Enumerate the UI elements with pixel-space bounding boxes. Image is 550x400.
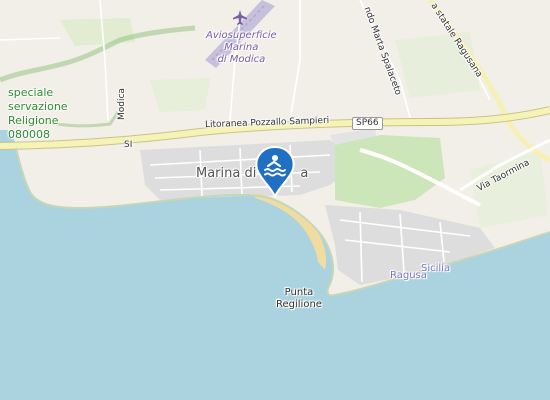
cape-label: Punta Regilione <box>276 287 322 310</box>
swimmer-waves-icon <box>255 145 295 198</box>
map-viewport[interactable]: speciale servazione Religione 080008 Avi… <box>0 0 550 400</box>
sp66-road-badge: SP66 <box>352 117 383 130</box>
beach-location-marker[interactable] <box>254 145 296 199</box>
road-sign-left-label: SI <box>124 140 133 150</box>
sicilia-label: Sicilia <box>421 263 451 274</box>
reserve-label: speciale servazione Religione 080008 <box>8 86 68 141</box>
airport-label: Aviosuperficie Marina di Modica <box>206 30 277 65</box>
modica-road-label: Modica <box>117 88 127 120</box>
scrub-patch <box>150 78 210 112</box>
